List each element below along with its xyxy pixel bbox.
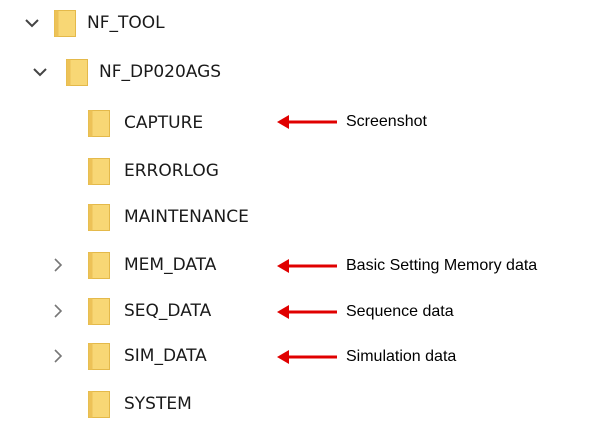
tree-node-label: NF_TOOL (87, 13, 165, 33)
folder-icon (88, 252, 110, 279)
tree-node-system[interactable]: SYSTEM (0, 387, 330, 421)
tree-node-label: CAPTURE (124, 113, 204, 133)
chevron-right-icon[interactable] (50, 348, 66, 364)
red-arrow-left-icon (277, 112, 337, 132)
folder-icon (88, 110, 110, 137)
tree-node-label: NF_DP020AGS (99, 62, 222, 82)
folder-icon (88, 204, 110, 231)
tree-node-errorlog[interactable]: ERRORLOG (0, 154, 330, 188)
folder-icon (88, 158, 110, 185)
chevron-down-icon[interactable] (32, 64, 48, 80)
chevron-down-icon[interactable] (24, 15, 40, 31)
annotation-text: Simulation data (346, 348, 457, 365)
tree-node-maintenance[interactable]: MAINTENANCE (0, 200, 330, 234)
folder-icon (66, 59, 88, 86)
tree-node-nf-dp020ags[interactable]: NF_DP020AGS (0, 55, 330, 89)
folder-icon (88, 391, 110, 418)
folder-icon (54, 10, 76, 37)
tree-node-nf-tool[interactable]: NF_TOOL (0, 6, 330, 40)
annotation-text: Screenshot (346, 113, 427, 130)
folder-icon (88, 343, 110, 370)
tree-node-label: ERRORLOG (124, 161, 219, 181)
chevron-right-icon[interactable] (50, 257, 66, 273)
annotation-text: Basic Setting Memory data (346, 257, 538, 274)
red-arrow-left-icon (277, 256, 337, 276)
tree-node-label: SEQ_DATA (124, 301, 212, 321)
annotation-text: Sequence data (346, 303, 454, 320)
red-arrow-left-icon (277, 347, 337, 367)
folder-icon (88, 298, 110, 325)
red-arrow-left-icon (277, 302, 337, 322)
tree-node-label: MEM_DATA (124, 255, 217, 275)
tree-node-label: SIM_DATA (124, 346, 207, 366)
tree-node-label: SYSTEM (124, 394, 192, 414)
chevron-right-icon[interactable] (50, 303, 66, 319)
tree-node-label: MAINTENANCE (124, 207, 249, 227)
